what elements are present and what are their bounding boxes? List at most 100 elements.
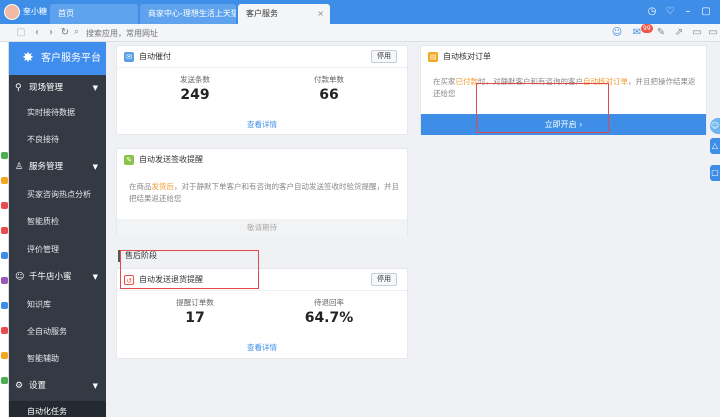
tab-close-icon[interactable]: × [317, 4, 324, 24]
robot-icon: ☺ [15, 272, 25, 282]
user-name[interactable]: 奎小糖 [23, 0, 47, 24]
highlight-box [476, 83, 609, 133]
tab-label: 首页 [58, 9, 74, 18]
tab-label: 客户服务 [246, 9, 278, 18]
stat-label: 提醒订单数 [176, 298, 214, 307]
app-icon-red[interactable] [1, 327, 8, 334]
tab-label: 商家中心-理想生活上天猫 [148, 9, 236, 18]
card-title: 自动发送签收提醒 [139, 155, 203, 164]
stat-value: 249 [180, 87, 210, 103]
sidebar-header: ✸ 客户服务平台 [9, 42, 106, 75]
stat-label: 待退回率 [314, 298, 344, 307]
clock-icon[interactable]: ◷ [644, 0, 660, 24]
stat-sent-count: 发送条数 249 [135, 74, 255, 104]
mail-badge: 99 [641, 24, 653, 33]
group-label: 设置 [29, 381, 47, 391]
group-label: 服务管理 [29, 162, 64, 172]
card-description: 在商品发货后，对于静默下单客户和有咨询的客户自动发送签收时验货提醒，并且把结果返… [129, 181, 399, 205]
app-icon-blue[interactable] [1, 302, 8, 309]
card-title: 自动催付 [139, 52, 171, 61]
stat-label: 付款单数 [314, 75, 344, 84]
tab-merchant-center[interactable]: 商家中心-理想生活上天猫 [140, 4, 236, 24]
stat-reminded-orders: 提醒订单数 17 [135, 297, 255, 327]
chevron-down-icon: ▼ [92, 382, 98, 390]
user-icon: ♙ [15, 162, 24, 172]
share-icon[interactable]: ⇗ [672, 26, 686, 40]
search-icon: ⌕ [74, 27, 80, 37]
view-details-link[interactable]: 查看详情 [117, 118, 407, 132]
card-header: ✎ 自动发送签收提醒 [117, 149, 407, 171]
sidebar-item-smart-qc[interactable]: 智能质检 [9, 210, 106, 234]
back-icon[interactable]: ‹ [30, 26, 44, 40]
stat-value: 17 [185, 310, 205, 326]
address-input[interactable] [86, 27, 606, 39]
coming-soon-bar: 敬请期待 [117, 219, 407, 237]
desc-highlight: 已付款 [455, 77, 479, 86]
order-icon: ▤ [428, 52, 438, 62]
app-strip [0, 42, 9, 417]
view-details-link[interactable]: 查看详情 [117, 341, 407, 355]
app-icon-green[interactable] [1, 377, 8, 384]
sidebar-item-auto-task[interactable]: 自动化任务 [9, 401, 106, 417]
minimize-icon[interactable]: – [680, 0, 696, 24]
app-icon-orange[interactable] [1, 352, 8, 359]
sidebar-item-knowledge[interactable]: 知识库 [9, 293, 106, 317]
sidebar-item-smart-assist[interactable]: 智能辅助 [9, 347, 106, 371]
app-icon-red[interactable] [1, 227, 8, 234]
app-icon-red[interactable] [1, 202, 8, 209]
card-title: 自动核对订单 [443, 52, 491, 61]
gear-icon: ⚙ [15, 381, 24, 391]
sidebar-item-bad-reception[interactable]: 不良接待 [9, 128, 106, 152]
chevron-down-icon: ▼ [92, 84, 98, 92]
message-icon: ✉ [124, 52, 134, 62]
notice-icon[interactable]: △ [710, 138, 720, 154]
refresh-icon[interactable]: ↻ [58, 26, 72, 40]
sidebar-item-review[interactable]: 评价管理 [9, 238, 106, 262]
pin-icon[interactable]: ✎ [654, 26, 668, 40]
stat-label: 发送条数 [180, 75, 210, 84]
desc-text: 在商品 [129, 182, 152, 191]
app-icon-blue[interactable] [1, 252, 8, 259]
card-header: ▤ 自动核对订单 [421, 46, 706, 68]
chevron-down-icon: ▼ [92, 273, 98, 281]
sidebar-group-settings[interactable]: ⚙ 设置 ▼ [9, 374, 106, 398]
tab-customer-service[interactable]: 客户服务 × [238, 4, 330, 24]
app-icon-orange[interactable] [1, 177, 8, 184]
feedback-icon[interactable]: ▢ [710, 165, 720, 181]
user-avatar[interactable] [4, 4, 20, 20]
card-auto-sign-remind: ✎ 自动发送签收提醒 在商品发货后，对于静默下单客户和有咨询的客户自动发送签收时… [116, 148, 408, 237]
group-label: 千牛店小蜜 [29, 272, 72, 282]
desc-text: 在买家 [433, 77, 456, 86]
desc-highlight: 发货后 [151, 182, 175, 191]
tab-home[interactable]: 首页 [50, 4, 138, 24]
app-icon-purple[interactable] [1, 277, 8, 284]
forward-icon[interactable]: › [44, 26, 58, 40]
sidebar-group-xiaomi[interactable]: ☺ 千牛店小蜜 ▼ [9, 265, 106, 289]
platform-logo-icon: ✸ [22, 50, 34, 66]
stop-button[interactable]: 停用 [371, 50, 397, 63]
location-icon: ⚲ [15, 83, 22, 93]
card-auto-remind: ✉ 自动催付 停用 发送条数 249 付款单数 66 查看详情 [116, 45, 408, 135]
more-icon[interactable]: ▭ [706, 26, 720, 40]
service-icon[interactable]: ☺ [610, 26, 624, 40]
sidebar-group-onsite[interactable]: ⚲ 现场管理 ▼ [9, 76, 106, 100]
app-icon-green[interactable] [1, 152, 8, 159]
address-bar: ▢ ‹ › ↻ ⌕ ☺ ✉ 99 ✎ ⇗ ▭ ▭ [0, 24, 720, 42]
stat-value: 64.7% [304, 310, 354, 326]
maximize-icon[interactable]: ▢ [698, 0, 714, 24]
sidebar-item-realtime[interactable]: 实时接待数据 [9, 101, 106, 125]
stat-value: 66 [319, 87, 339, 103]
sidebar-item-auto-service[interactable]: 全自动服务 [9, 320, 106, 344]
sidebar-group-service[interactable]: ♙ 服务管理 ▼ [9, 155, 106, 179]
assistant-icon[interactable]: ☺ [710, 118, 720, 134]
stat-return-rate: 待退回率 64.7% [269, 297, 389, 327]
card-header: ✉ 自动催付 停用 [117, 46, 407, 68]
sidebar-item-hot-analysis[interactable]: 买家咨询热点分析 [9, 183, 106, 207]
home-icon[interactable]: ▢ [14, 26, 28, 40]
window-icon[interactable]: ▭ [690, 26, 704, 40]
skin-icon[interactable]: ♡ [662, 0, 678, 24]
group-label: 现场管理 [29, 83, 64, 93]
edit-icon: ✎ [124, 155, 134, 165]
browser-tab-bar: 奎小糖 首页 商家中心-理想生活上天猫 客户服务 × ◷ ♡ – ▢ [0, 0, 720, 24]
stop-button[interactable]: 停用 [371, 273, 397, 286]
